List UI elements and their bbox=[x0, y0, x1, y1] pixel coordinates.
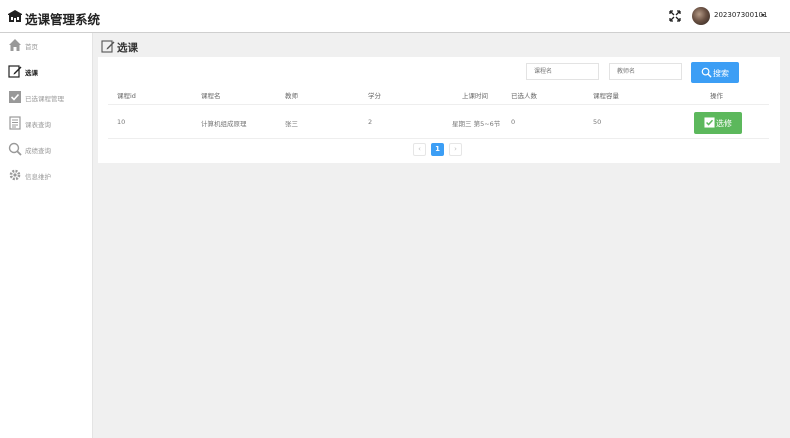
column-header-id: 课程id bbox=[117, 92, 136, 100]
chevron-down-icon[interactable] bbox=[761, 14, 765, 17]
home-icon bbox=[9, 39, 21, 51]
sidebar-item-schedule[interactable]: 课表查询 bbox=[0, 113, 93, 135]
schedule-icon bbox=[9, 116, 21, 130]
school-logo-icon bbox=[8, 10, 22, 22]
search-button-label: 搜索 bbox=[713, 69, 729, 78]
cell-enrolled: 0 bbox=[511, 118, 516, 126]
sidebar-item-grades[interactable]: 成绩查询 bbox=[0, 139, 93, 161]
course-name-search-input[interactable] bbox=[526, 63, 599, 80]
search-icon bbox=[8, 142, 22, 156]
column-header-teacher: 教师 bbox=[285, 92, 298, 100]
sidebar-item-course-selection[interactable]: 选课 bbox=[0, 61, 93, 83]
sidebar-item-info[interactable]: 信息维护 bbox=[0, 165, 93, 187]
top-bar: 选课管理系统 202307300101 bbox=[0, 0, 790, 33]
edit-icon bbox=[101, 40, 115, 53]
header-divider bbox=[108, 104, 769, 105]
sidebar-item-selected-courses[interactable]: 已选课程管理 bbox=[0, 87, 93, 109]
fullscreen-icon[interactable] bbox=[669, 10, 681, 22]
select-course-label: 选修 bbox=[716, 119, 732, 128]
cell-teacher: 张三 bbox=[285, 120, 298, 128]
column-header-course-name: 课程名 bbox=[201, 92, 221, 100]
pagination-prev-button[interactable]: ‹ bbox=[413, 143, 426, 156]
sidebar-item-label: 选课 bbox=[25, 69, 38, 77]
cell-class-time: 星期三 第5~6节 bbox=[452, 120, 501, 128]
sidebar-item-label: 课表查询 bbox=[25, 121, 51, 129]
cell-course-id: 10 bbox=[117, 118, 126, 126]
pagination-page-1[interactable]: 1 bbox=[431, 143, 444, 156]
search-button[interactable]: 搜索 bbox=[691, 62, 739, 83]
pagination-next-button[interactable]: › bbox=[449, 143, 462, 156]
gear-icon bbox=[9, 169, 21, 181]
cell-credits: 2 bbox=[368, 118, 373, 126]
column-header-credits: 学分 bbox=[368, 92, 381, 100]
column-header-enrolled: 已选人数 bbox=[511, 92, 537, 100]
page-title: 选课 bbox=[117, 42, 138, 54]
avatar[interactable] bbox=[692, 7, 710, 25]
username[interactable]: 202307300101 bbox=[714, 11, 767, 19]
sidebar-item-label: 成绩查询 bbox=[25, 147, 51, 155]
sidebar-item-label: 已选课程管理 bbox=[25, 95, 64, 103]
sidebar-item-home[interactable]: 首页 bbox=[0, 35, 93, 57]
column-header-time: 上课时间 bbox=[462, 92, 488, 100]
check-square-icon bbox=[704, 117, 715, 128]
sidebar-item-label: 信息维护 bbox=[25, 173, 51, 181]
search-icon bbox=[701, 67, 712, 78]
column-header-capacity: 课程容量 bbox=[593, 92, 619, 100]
column-header-action: 操作 bbox=[710, 92, 723, 100]
app-title: 选课管理系统 bbox=[25, 12, 101, 27]
sidebar: 首页 选课 已选课程管理 课表查询 成绩查询 信息维护 bbox=[0, 33, 93, 438]
cell-capacity: 50 bbox=[593, 118, 602, 126]
checkbox-icon bbox=[9, 91, 21, 103]
edit-icon bbox=[8, 65, 22, 78]
teacher-name-search-input[interactable] bbox=[609, 63, 682, 80]
select-course-button[interactable]: 选修 bbox=[694, 112, 742, 134]
row-divider bbox=[108, 138, 769, 139]
cell-course-name: 计算机组成原理 bbox=[201, 120, 247, 128]
sidebar-item-label: 首页 bbox=[25, 43, 38, 51]
